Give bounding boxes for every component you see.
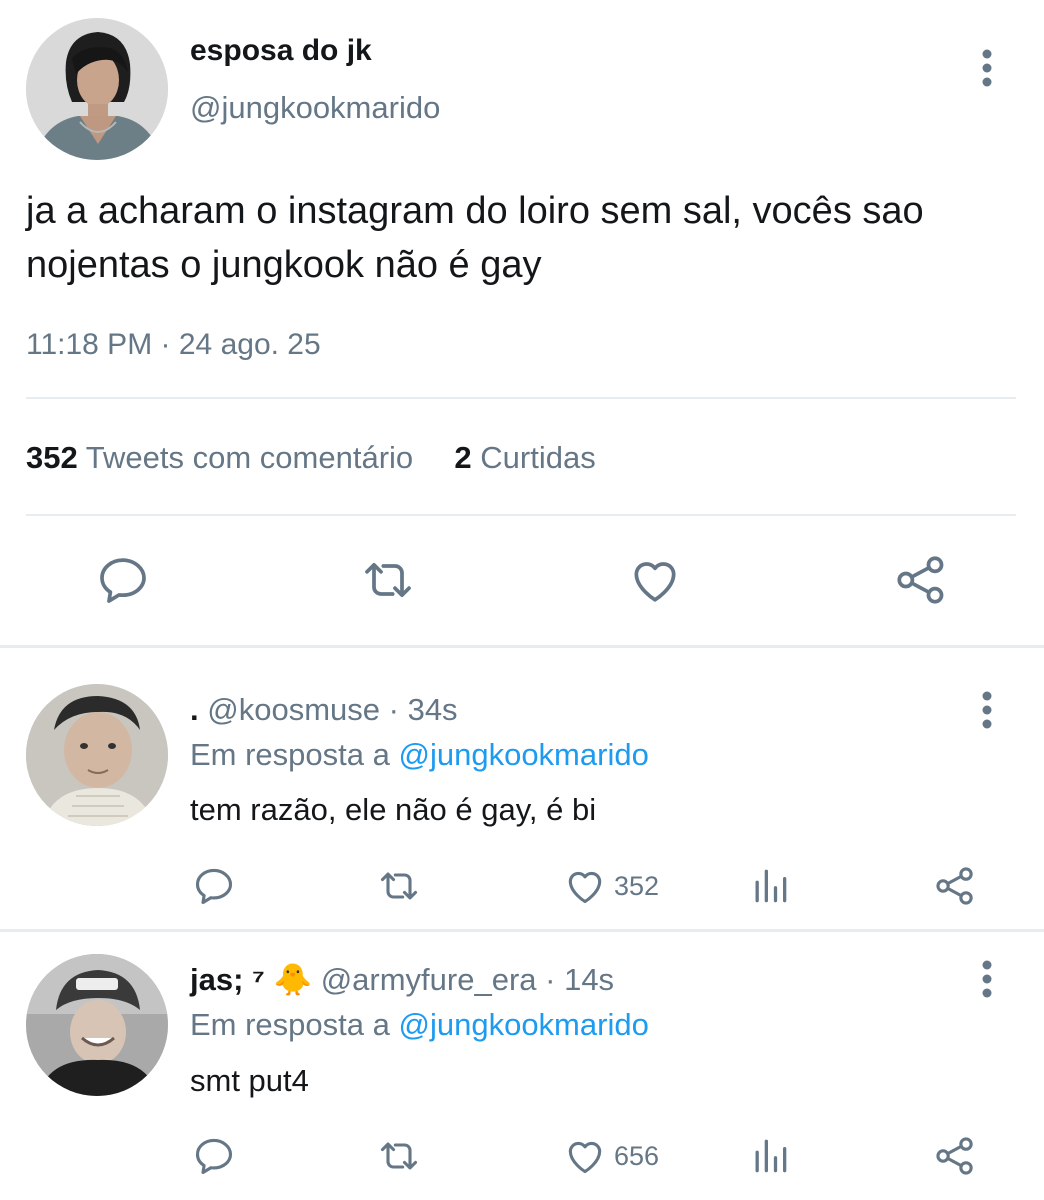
reply-display-name[interactable]: . (190, 692, 199, 727)
share-icon[interactable] (933, 864, 977, 908)
heart-icon[interactable] (563, 1134, 607, 1178)
tweet-timestamp[interactable]: 11:18 PM · 24 ago. 25 (26, 328, 321, 362)
chick-emoji: 🐥 (273, 962, 313, 997)
share-icon[interactable] (893, 552, 949, 608)
replying-to-link[interactable]: @jungkookmarido (399, 737, 649, 772)
replying-to-link[interactable]: @jungkookmarido (399, 1007, 649, 1042)
reply-time: · 34s (388, 692, 458, 727)
replying-to-label: Em resposta a (190, 1007, 390, 1042)
analytics-icon[interactable] (748, 864, 792, 908)
likes-label: Curtidas (480, 440, 596, 475)
reply-display-name[interactable]: jas; ⁷ (190, 962, 265, 997)
tweet-text: ja a acharam o instagram do loiro sem sa… (26, 190, 924, 286)
replying-to-label: Em resposta a (190, 737, 390, 772)
tweet-time: 11:18 PM (26, 328, 153, 361)
comment-icon[interactable] (192, 1134, 236, 1178)
engagement-stats: 352 Tweets com comentário 2 Curtidas (26, 440, 596, 476)
quote-label: Tweets com comentário (85, 440, 414, 475)
like-count: 656 (614, 1141, 660, 1171)
tweet-date: 24 ago. 25 (178, 328, 321, 361)
quote-count: 352 (26, 440, 78, 475)
divider (26, 514, 1016, 516)
reply-header: jas; ⁷ 🐥 @armyfure_era · 14s (190, 961, 614, 998)
replying-to: Em resposta a @jungkookmarido (190, 737, 649, 773)
more-vertical-icon[interactable] (977, 690, 997, 734)
reply-handle[interactable]: @armyfure_era (321, 962, 537, 997)
more-vertical-icon[interactable] (977, 959, 997, 1003)
like-count: 2 (454, 440, 472, 475)
reply-avatar[interactable] (26, 954, 168, 1096)
divider (26, 397, 1016, 399)
reply-avatar[interactable] (26, 684, 168, 826)
heart-icon[interactable] (563, 864, 607, 908)
author-handle[interactable]: @jungkookmarido (190, 90, 440, 126)
comment-icon[interactable] (95, 552, 151, 608)
author-avatar[interactable] (26, 18, 168, 160)
reply-text: tem razão, ele não é gay, é bi (190, 792, 597, 827)
reply-header: . @koosmuse · 34s (190, 692, 458, 728)
more-vertical-icon[interactable] (977, 48, 997, 92)
retweet-icon[interactable] (377, 1134, 421, 1178)
like-count: 352 (614, 871, 660, 901)
reply-text: smt put4 (190, 1063, 309, 1098)
comment-icon[interactable] (192, 864, 236, 908)
reply-handle[interactable]: @koosmuse (207, 692, 380, 727)
thread-separator (0, 645, 1044, 648)
reply-time: · 14s (545, 962, 615, 997)
replying-to: Em resposta a @jungkookmarido (190, 1007, 649, 1043)
meta-separator: · (160, 328, 171, 361)
quote-tweets-stat[interactable]: 352 Tweets com comentário (26, 440, 413, 475)
retweet-icon[interactable] (360, 552, 416, 608)
thread-separator (0, 929, 1044, 932)
share-icon[interactable] (933, 1134, 977, 1178)
heart-icon[interactable] (627, 552, 683, 608)
analytics-icon[interactable] (748, 1134, 792, 1178)
likes-stat[interactable]: 2 Curtidas (454, 440, 595, 475)
retweet-icon[interactable] (377, 864, 421, 908)
author-display-name[interactable]: esposa do jk (190, 34, 372, 68)
